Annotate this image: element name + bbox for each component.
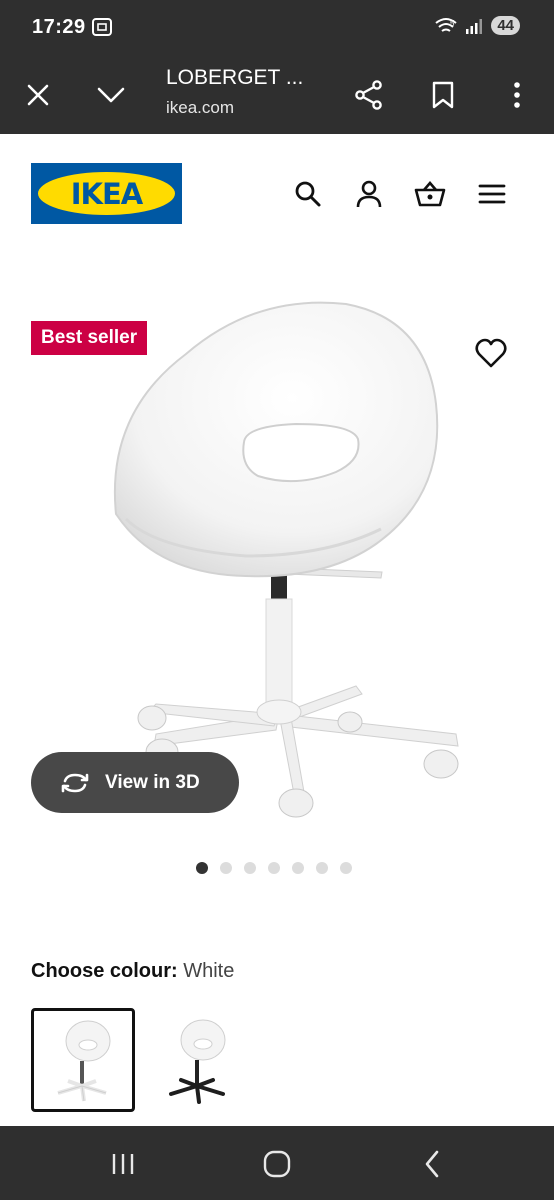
more-vertical-icon [514,82,520,108]
back-icon [425,1150,439,1178]
logo-text: IKEA [70,176,144,211]
share-icon [355,80,382,110]
basket-button[interactable] [414,178,446,210]
carousel-dot[interactable] [196,862,208,874]
search-icon [295,181,321,207]
back-button[interactable] [412,1144,452,1184]
basket-icon [414,181,446,207]
swatch-chair-black-base-image [169,1019,226,1104]
carousel-dot[interactable] [220,862,232,874]
network-label: 5 [450,19,455,28]
carousel-dot[interactable] [316,862,328,874]
colour-selector-heading: Choose colour: White [31,960,234,983]
close-tab-button[interactable] [18,75,58,115]
page-url: ikea.com [166,98,235,117]
collapse-button[interactable] [91,75,131,115]
view-in-3d-label: View in 3D [105,771,200,793]
account-button[interactable] [353,178,385,210]
signal-icon [466,18,483,34]
page-title: LOBERGET ... [166,66,304,89]
share-button[interactable] [349,75,389,115]
screenshot-icon [92,18,112,36]
wifi-icon: 5 [435,17,457,32]
logo-oval: IKEA [38,172,175,215]
bookmark-icon [432,81,454,109]
colour-value: White [183,960,235,982]
carousel-dot[interactable] [244,862,256,874]
battery-level: 44 [491,16,520,35]
bookmark-button[interactable] [423,75,463,115]
view-in-3d-button[interactable]: View in 3D [31,752,239,813]
status-bar: 17:29 5 44 [0,0,554,56]
colour-label: Choose colour: [31,960,178,982]
carousel-dot[interactable] [292,862,304,874]
heart-icon [475,338,507,368]
carousel-dots [196,862,352,874]
best-seller-badge: Best seller [31,321,148,355]
status-indicators: 5 44 [435,16,520,35]
search-button[interactable] [292,178,324,210]
colour-swatch-black-base[interactable] [147,1008,251,1112]
ikea-logo[interactable]: IKEA [31,163,182,224]
menu-icon [478,184,506,204]
recent-apps-icon [112,1154,134,1174]
carousel-dot[interactable] [268,862,280,874]
carousel-dot[interactable] [340,862,352,874]
more-options-button[interactable] [497,75,537,115]
account-icon [356,180,382,208]
status-time: 17:29 [32,16,86,38]
browser-toolbar: LOBERGET ... ikea.com [0,56,554,134]
chevron-down-icon [97,87,125,103]
system-navigation-bar [0,1126,554,1200]
rotate-3d-icon [61,773,89,792]
colour-swatch-white[interactable] [31,1008,135,1112]
favourite-button[interactable] [474,336,508,370]
close-icon [27,84,49,106]
home-button[interactable] [257,1144,297,1184]
menu-button[interactable] [476,178,508,210]
product-page: IKEA Best seller View in 3D Choose colou… [0,134,554,1126]
recent-apps-button[interactable] [103,1144,143,1184]
home-icon [263,1150,291,1178]
swatch-chair-white-image [57,1020,111,1102]
